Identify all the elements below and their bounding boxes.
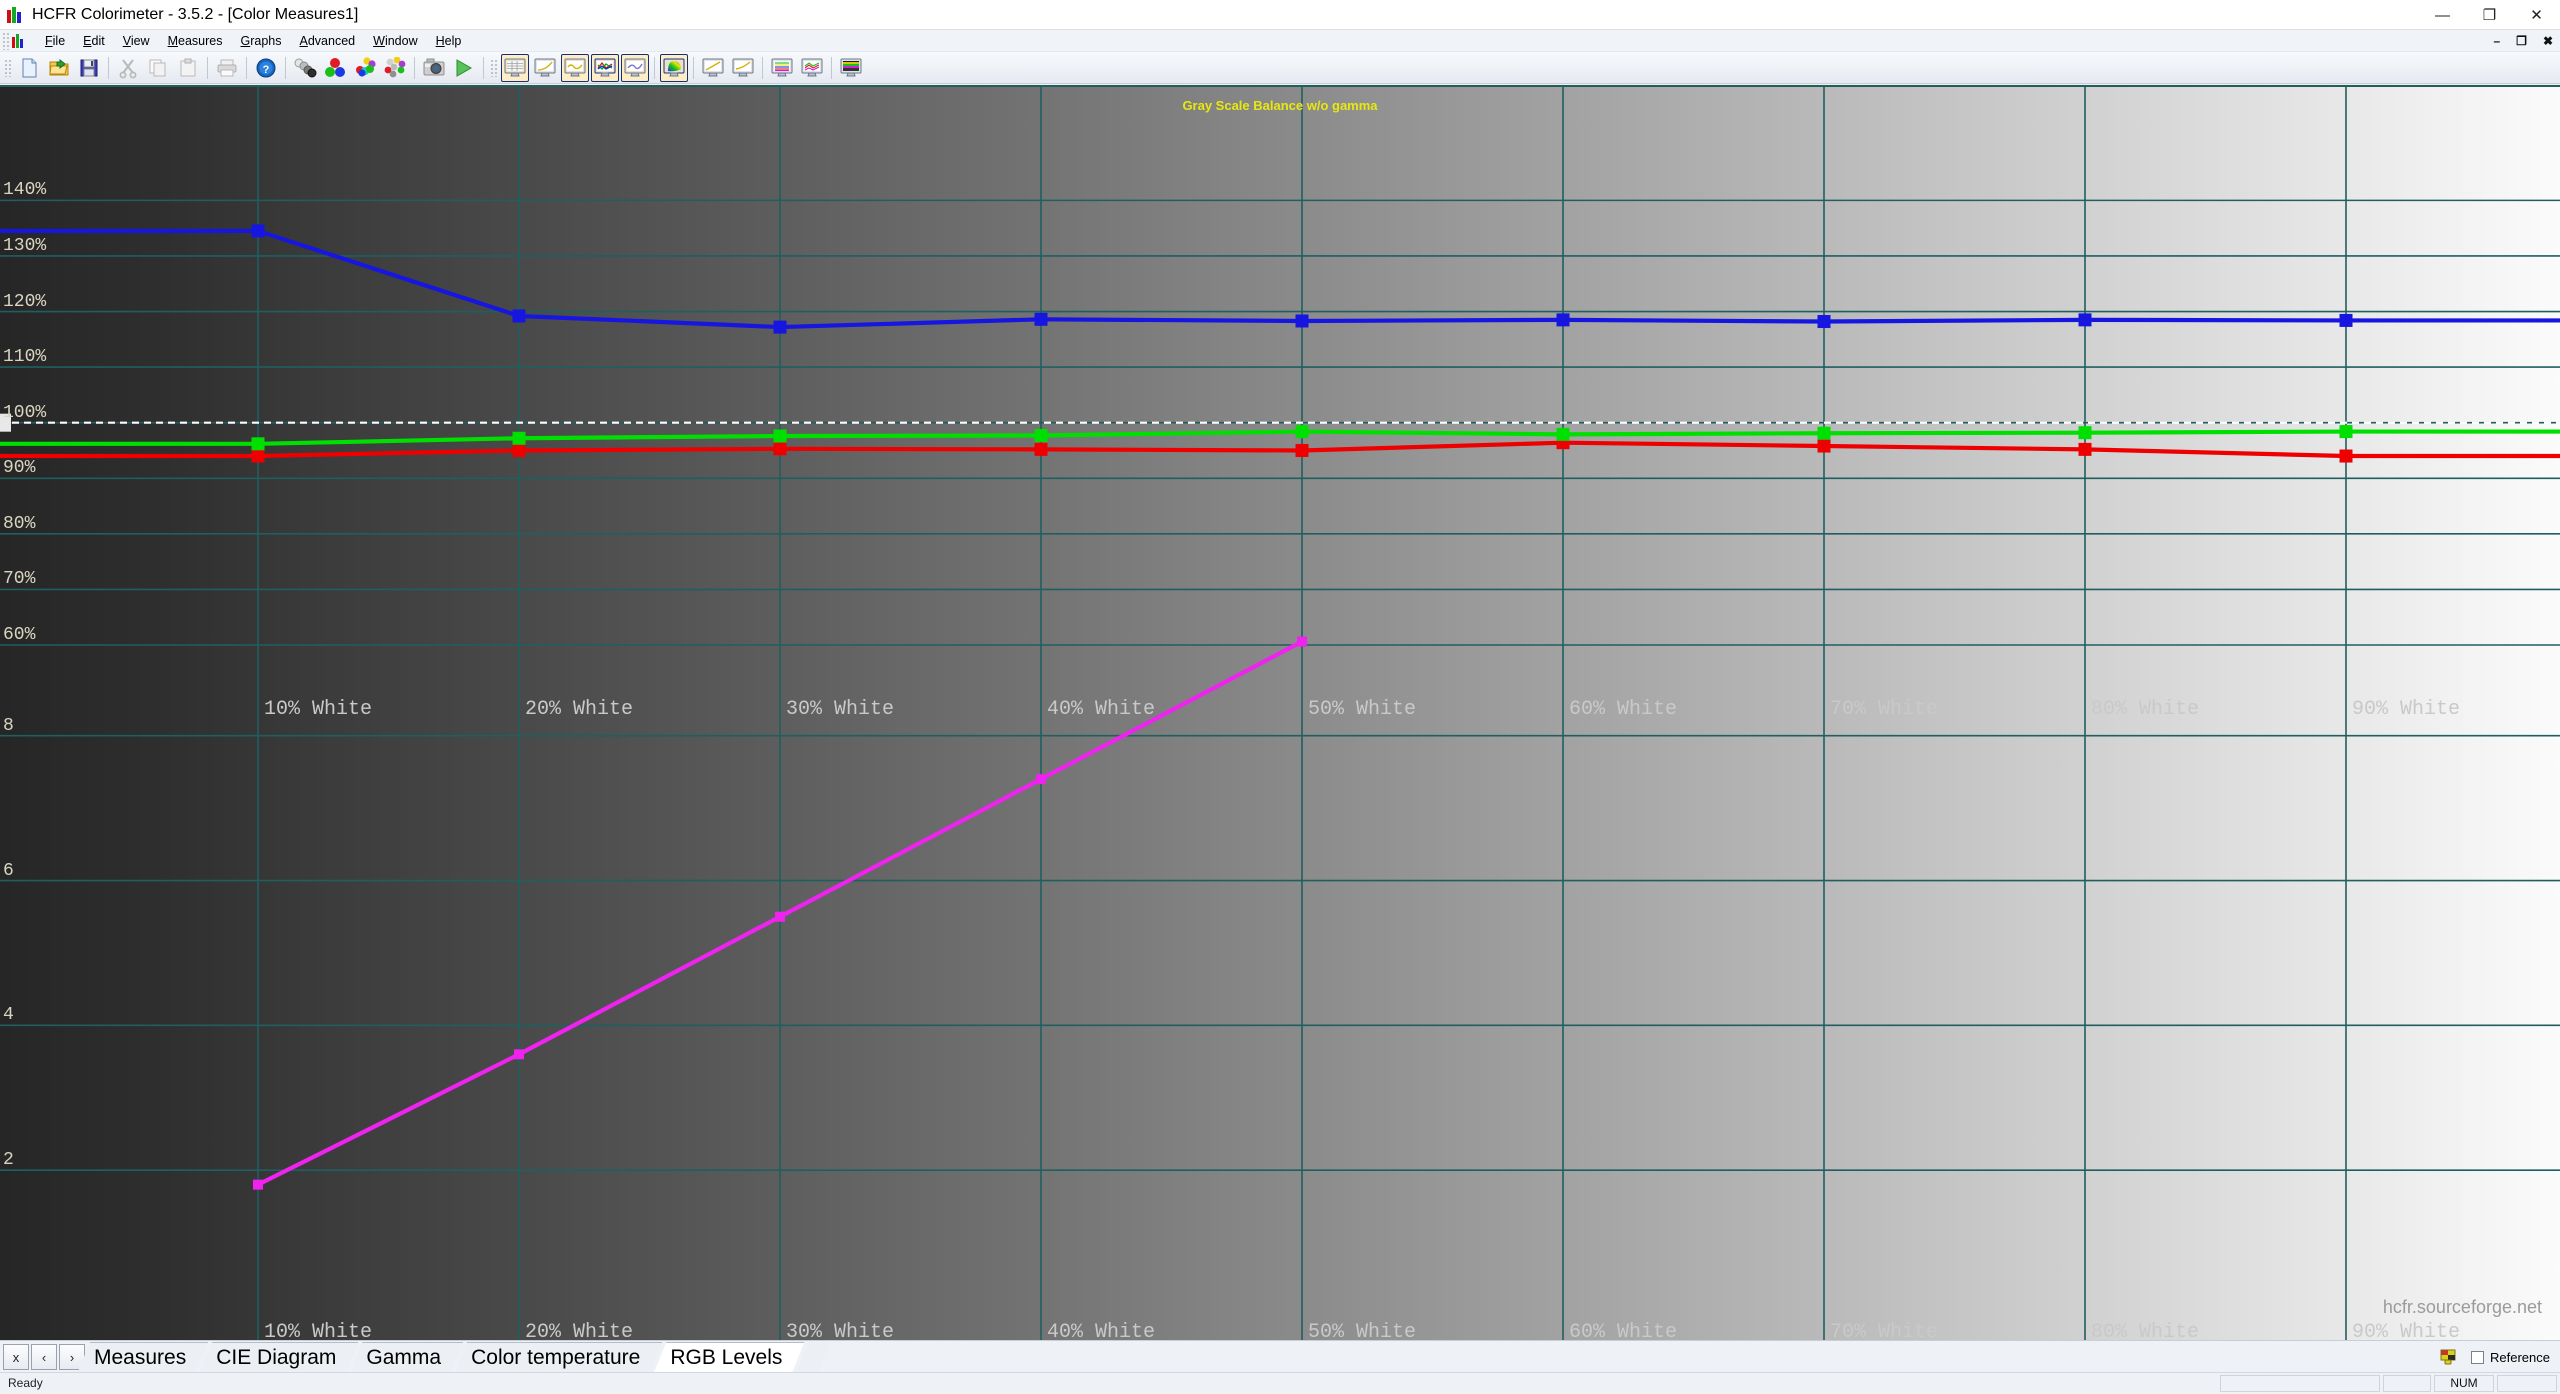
toolbar-separator [207, 56, 208, 79]
toolbar-separator [693, 56, 694, 79]
cut-scissors-icon[interactable] [114, 54, 142, 82]
status-indicator-cells: NUM [2220, 1373, 2560, 1394]
tabbar-right-controls: Reference [2439, 1342, 2560, 1372]
monitor-curve-a-icon[interactable] [699, 54, 727, 82]
toolbar-drag-grip-2[interactable] [490, 58, 498, 77]
status-cell-4 [2497, 1374, 2557, 1392]
menu-item-measures[interactable]: Measures [159, 32, 232, 50]
main-toolbar: ? [0, 52, 2560, 84]
menu-item-advanced[interactable]: Advanced [291, 32, 365, 50]
tab-cie-diagram[interactable]: CIE Diagram [200, 1342, 358, 1372]
secondary-colors-icon[interactable] [351, 54, 379, 82]
tab-close-button[interactable]: x [3, 1344, 29, 1370]
reference-label: Reference [2490, 1349, 2550, 1365]
reference-checkbox-group[interactable]: Reference [2471, 1350, 2550, 1365]
help-question-icon[interactable]: ? [252, 54, 280, 82]
camera-icon[interactable] [420, 54, 448, 82]
menu-item-graphs[interactable]: Graphs [232, 32, 291, 50]
print-icon[interactable] [213, 54, 241, 82]
monitor-color-temp-icon[interactable] [621, 53, 649, 82]
svg-text:?: ? [263, 64, 270, 76]
reference-checkbox[interactable] [2471, 1350, 2485, 1364]
tab-prev-button[interactable]: ‹ [31, 1344, 57, 1370]
primary-colors-icon[interactable] [321, 54, 349, 82]
play-green-icon[interactable] [450, 54, 478, 82]
toolbar-separator [108, 56, 109, 79]
tab-rgb-levels[interactable]: RGB Levels [654, 1342, 804, 1372]
window-title: HCFR Colorimeter - 3.5.2 - [Color Measur… [32, 5, 359, 23]
mdi-child-controls: – ❐ ✖ [2490, 30, 2556, 52]
status-ready-text: Ready [8, 1376, 43, 1390]
tab-nav-buttons: x ‹ › [0, 1342, 86, 1372]
rgb-bars-logo-icon [7, 6, 25, 23]
toolbar-separator [414, 56, 415, 79]
monitor-luminance-icon[interactable] [561, 53, 589, 82]
toolbar-separator [762, 56, 763, 79]
status-cell-1 [2220, 1374, 2380, 1392]
tab-gamma[interactable]: Gamma [350, 1342, 463, 1372]
new-document-icon[interactable] [15, 54, 43, 82]
monitor-gamma-curve-icon[interactable] [531, 54, 559, 82]
menu-item-edit[interactable]: Edit [74, 32, 114, 50]
status-num-indicator: NUM [2434, 1374, 2494, 1392]
mdi-minimize-button[interactable]: – [2490, 35, 2503, 47]
monitor-cie-diagram-icon[interactable] [660, 53, 688, 82]
monitor-table-icon[interactable] [501, 53, 529, 82]
window-close-button[interactable]: ✕ [2513, 0, 2560, 30]
monitor-filled-icon[interactable] [837, 54, 865, 82]
copy-icon[interactable] [144, 54, 172, 82]
monitor-rgb-levels-icon[interactable] [591, 53, 619, 82]
menu-item-help[interactable]: Help [427, 32, 471, 50]
flag-icon[interactable] [2439, 1348, 2457, 1366]
toolbar-drag-grip[interactable] [4, 58, 12, 77]
rgb-levels-chart[interactable]: Gray Scale Balance w/o gamma hcfr.source… [0, 85, 2560, 1340]
menu-item-file[interactable]: File [36, 32, 74, 50]
window-restore-button[interactable]: ❐ [2466, 0, 2513, 30]
chart-plot-svg [0, 85, 2560, 1340]
status-bar: Ready NUM [0, 1372, 2560, 1393]
toolbar-separator [285, 56, 286, 79]
toolbar-separator [483, 56, 484, 79]
toolbar-separator [654, 56, 655, 79]
open-folder-icon[interactable] [45, 54, 73, 82]
saturation-colors-icon[interactable] [381, 54, 409, 82]
status-cell-2 [2383, 1374, 2431, 1392]
view-tabbar: x ‹ › Measures CIE Diagram Gamma Color t… [0, 1340, 2560, 1372]
paste-clipboard-icon[interactable] [174, 54, 202, 82]
toolbar-separator [246, 56, 247, 79]
menu-item-view[interactable]: View [114, 32, 159, 50]
mdi-close-button[interactable]: ✖ [2540, 35, 2556, 47]
rgb-bars-mini-logo-icon [12, 33, 28, 48]
menu-item-window[interactable]: Window [364, 32, 426, 50]
tab-color-temperature[interactable]: Color temperature [455, 1342, 662, 1372]
mdi-restore-button[interactable]: ❐ [2513, 35, 2530, 47]
monitor-curve-b-icon[interactable] [729, 54, 757, 82]
toolbar-separator [831, 56, 832, 79]
save-floppy-icon[interactable] [75, 54, 103, 82]
window-titlebar: HCFR Colorimeter - 3.5.2 - [Color Measur… [0, 0, 2560, 30]
grayscale-spheres-icon[interactable] [291, 54, 319, 82]
monitor-multi-rgb-icon[interactable] [798, 54, 826, 82]
menu-drag-grip[interactable] [2, 31, 10, 50]
tab-measures[interactable]: Measures [78, 1342, 208, 1372]
monitor-multi-lines-icon[interactable] [768, 54, 796, 82]
menu-bar: File Edit View Measures Graphs Advanced … [0, 30, 2560, 52]
window-minimize-button[interactable]: — [2419, 0, 2466, 30]
window-controls: — ❐ ✕ [2419, 0, 2560, 30]
